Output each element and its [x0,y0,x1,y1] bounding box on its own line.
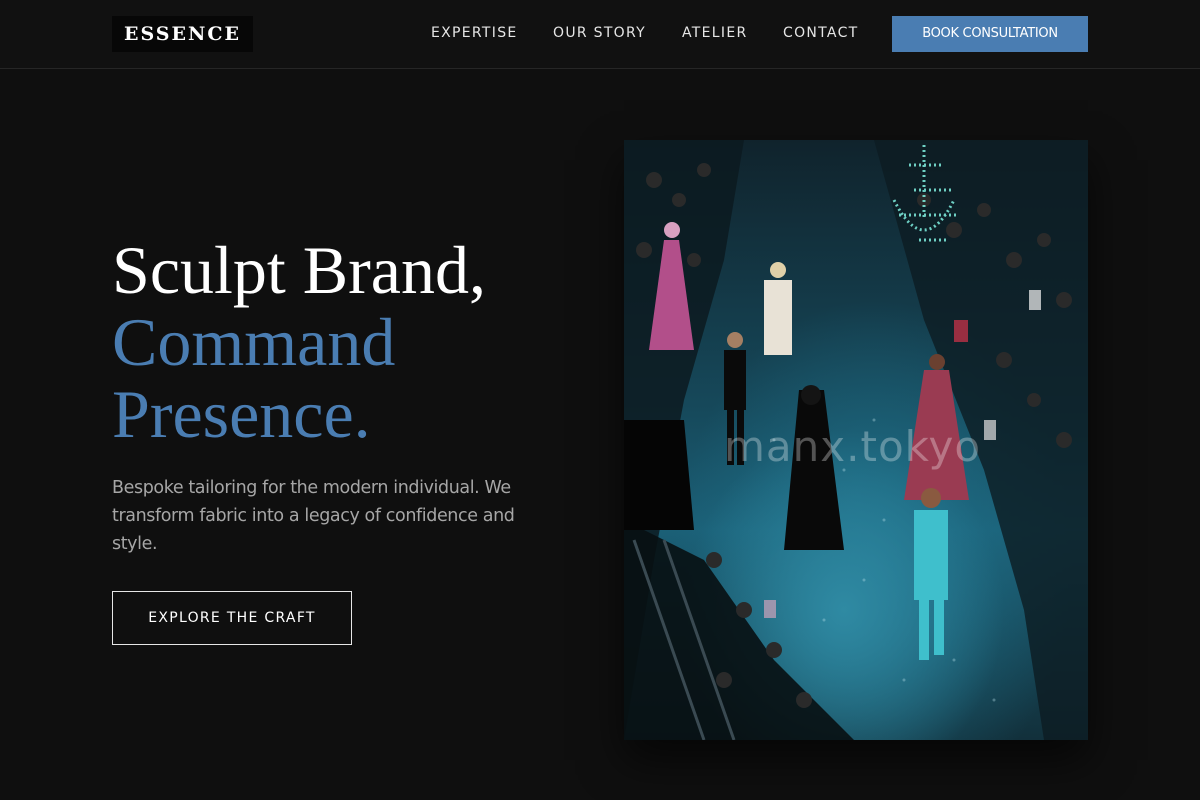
hero-title-line-2: Command [112,304,396,380]
book-consultation-button[interactable]: BOOK CONSULTATION [892,16,1088,52]
hero-runway-image: manx.tokyo [624,140,1088,740]
hero-title: Sculpt Brand, Command Presence. [112,234,572,450]
nav-link-atelier[interactable]: ATELIER [682,24,748,42]
nav-link-our-story[interactable]: OUR STORY [553,24,646,42]
site-header: ESSENCE EXPERTISE OUR STORY ATELIER CONT… [0,0,1200,69]
hero-title-line-1: Sculpt Brand, [112,232,486,308]
brand-logo[interactable]: ESSENCE [112,16,253,52]
nav-link-expertise[interactable]: EXPERTISE [431,24,518,42]
explore-the-craft-button[interactable]: EXPLORE THE CRAFT [112,591,352,645]
nav-link-contact[interactable]: CONTACT [783,24,859,42]
hero-description: Bespoke tailoring for the modern individ… [112,478,515,554]
hero-title-line-3: Presence. [112,376,371,452]
image-watermark: manx.tokyo [724,422,982,471]
